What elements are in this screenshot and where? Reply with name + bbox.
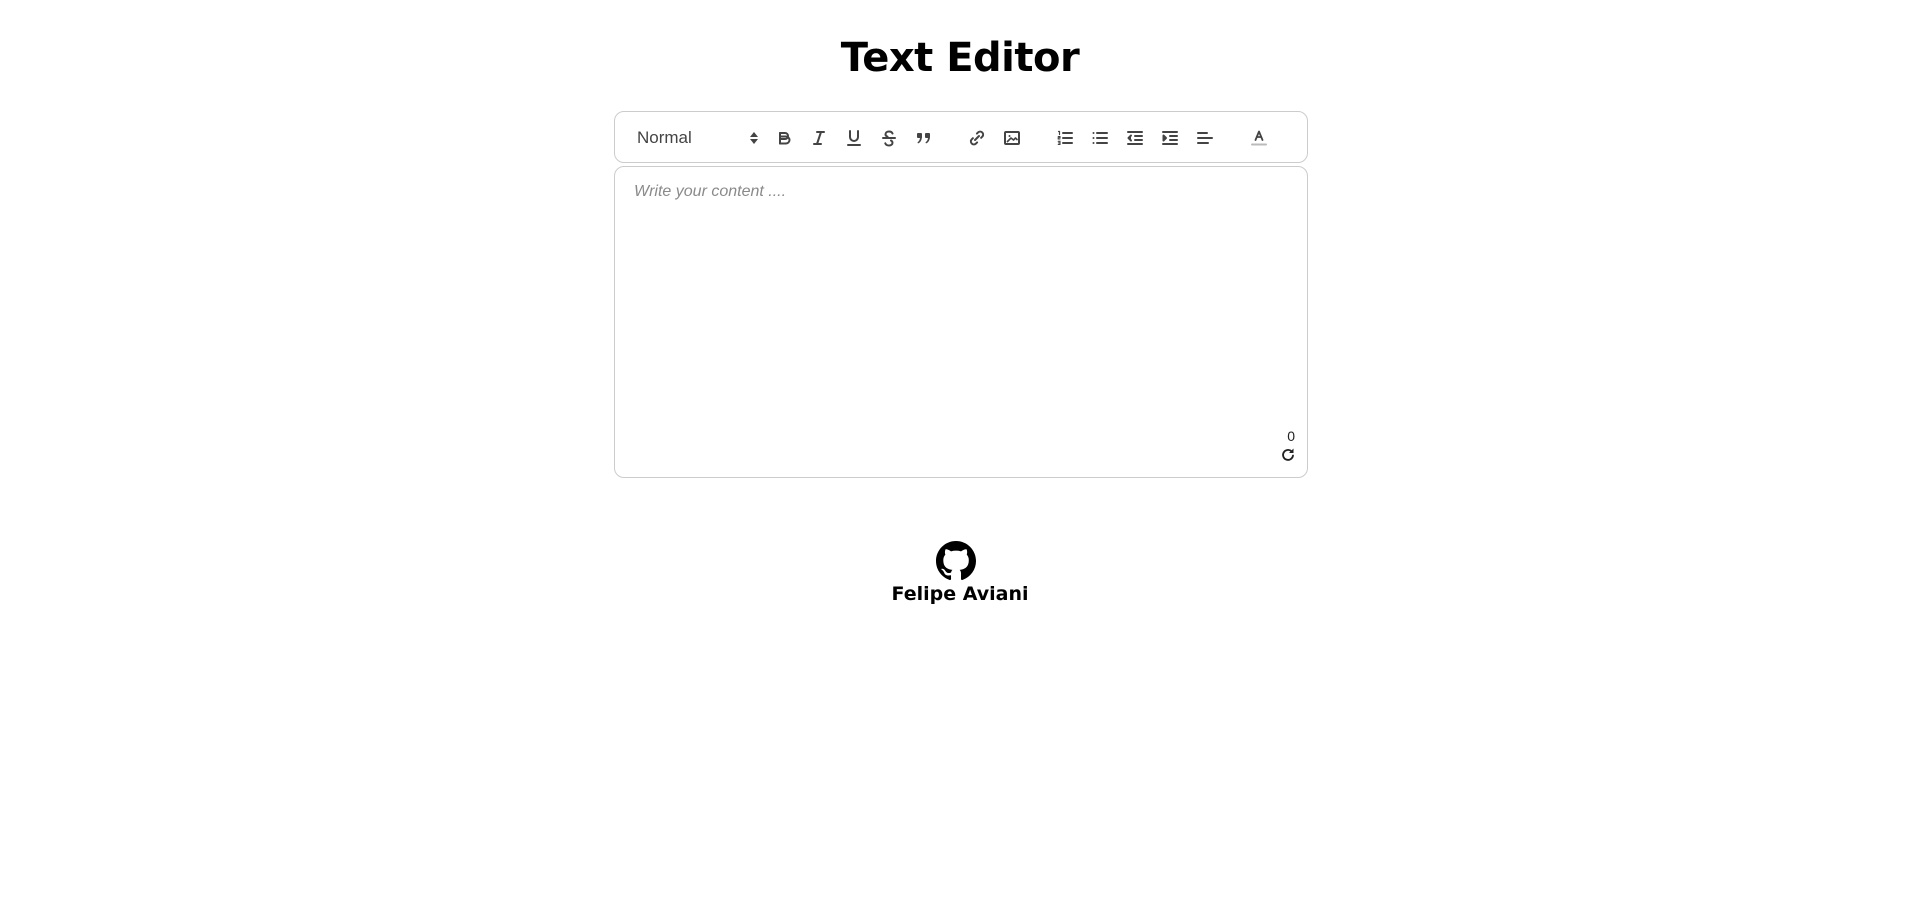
- footer: Felipe Aviani: [0, 541, 1920, 605]
- bold-button[interactable]: [770, 125, 798, 151]
- ordered-list-icon: [1057, 130, 1073, 146]
- align-button[interactable]: [1191, 125, 1219, 151]
- link-button[interactable]: [963, 125, 991, 151]
- bold-icon: [779, 132, 791, 145]
- image-icon: [1004, 131, 1020, 145]
- header-picker[interactable]: Normal: [635, 125, 759, 151]
- author-link[interactable]: Felipe Aviani: [891, 541, 1029, 605]
- indent-button[interactable]: [1156, 125, 1184, 151]
- page: Text Editor Normal Write your content ..…: [0, 0, 1920, 913]
- italic-button[interactable]: [805, 125, 833, 151]
- strike-button[interactable]: [875, 125, 903, 151]
- outdent-icon: [1127, 131, 1143, 145]
- indent-icon: [1162, 131, 1178, 145]
- underline-button[interactable]: [840, 125, 868, 151]
- image-button[interactable]: [998, 125, 1026, 151]
- github-icon: [935, 541, 976, 581]
- outdent-button[interactable]: [1121, 125, 1149, 151]
- editor-toolbar: Normal: [614, 111, 1308, 163]
- ordered-list-button[interactable]: [1051, 125, 1079, 151]
- header-picker-label: Normal: [637, 128, 692, 147]
- page-title: Text Editor: [840, 35, 1080, 81]
- blockquote-button[interactable]: [910, 125, 938, 151]
- bullet-list-icon: [1092, 132, 1108, 144]
- align-left-icon: [1197, 132, 1213, 144]
- underline-icon: [847, 130, 861, 146]
- quote-icon: [917, 133, 930, 144]
- editor-content-input[interactable]: [634, 183, 1274, 443]
- refresh-icon[interactable]: [1279, 446, 1297, 464]
- link-icon: [969, 130, 985, 146]
- character-counter: 0: [1287, 428, 1295, 444]
- font-color-icon: [1251, 130, 1267, 146]
- editor-container: 0: [614, 166, 1308, 478]
- italic-icon: [813, 131, 825, 145]
- text-color-button[interactable]: [1245, 125, 1273, 151]
- bullet-list-button[interactable]: [1086, 125, 1114, 151]
- picker-arrows-icon: [750, 132, 758, 144]
- strikethrough-icon: [882, 130, 896, 147]
- author-name: Felipe Aviani: [891, 583, 1029, 605]
